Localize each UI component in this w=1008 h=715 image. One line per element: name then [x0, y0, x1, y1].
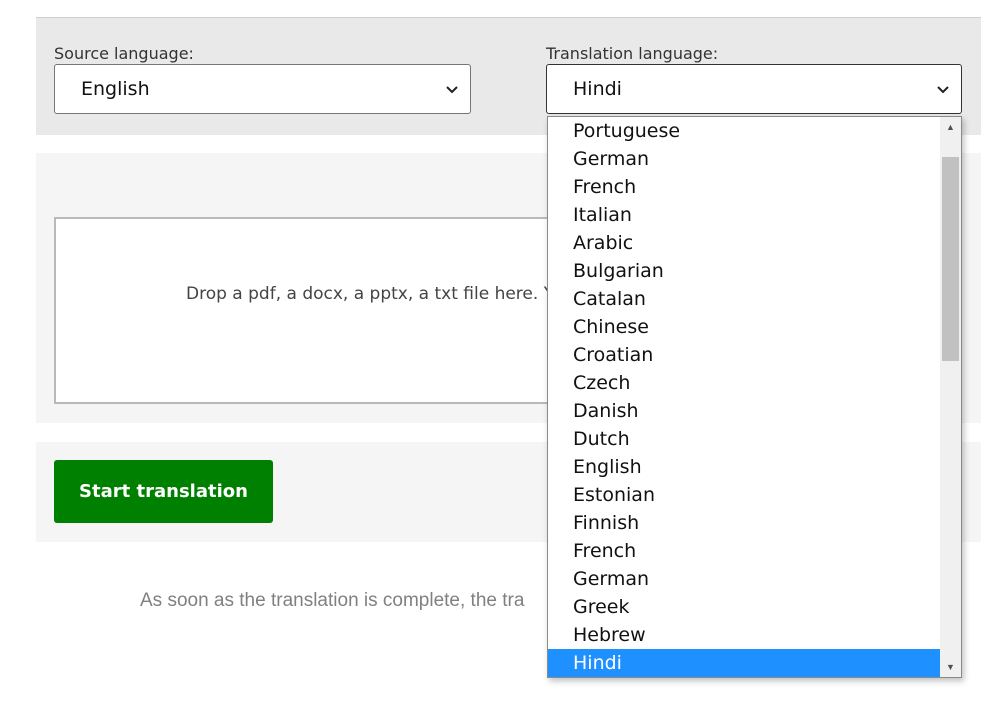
source-language-select[interactable]: English	[54, 64, 471, 114]
source-language-label: Source language:	[54, 44, 194, 63]
dropdown-option[interactable]: French	[548, 537, 940, 565]
triangle-down-icon[interactable]: ▼	[940, 657, 961, 677]
dropdown-option[interactable]: Italian	[548, 201, 940, 229]
translation-language-select[interactable]: Hindi	[546, 64, 962, 114]
dropdown-option[interactable]: English	[548, 453, 940, 481]
dropdown-option[interactable]: Danish	[548, 397, 940, 425]
dropdown-option[interactable]: Finnish	[548, 509, 940, 537]
dropdown-option[interactable]: Bulgarian	[548, 257, 940, 285]
dropdown-option[interactable]: Chinese	[548, 313, 940, 341]
dropdown-option[interactable]: Greek	[548, 593, 940, 621]
start-translation-button[interactable]: Start translation	[54, 460, 273, 523]
dropdown-option[interactable]: Estonian	[548, 481, 940, 509]
chevron-down-icon	[937, 86, 949, 94]
chevron-down-icon	[446, 86, 458, 94]
dropdown-option[interactable]: Hindi	[548, 649, 940, 677]
dropdown-option[interactable]: German	[548, 145, 940, 173]
translation-language-value: Hindi	[573, 78, 622, 100]
dropdown-option[interactable]: Catalan	[548, 285, 940, 313]
dropdown-option[interactable]: French	[548, 173, 940, 201]
source-language-value: English	[81, 78, 150, 100]
dropdown-option[interactable]: Hebrew	[548, 621, 940, 649]
dropdown-list: Portuguese German French Italian Arabic …	[548, 117, 940, 677]
triangle-up-icon[interactable]: ▲	[940, 117, 961, 137]
dropdown-option[interactable]: Czech	[548, 369, 940, 397]
scrollbar-thumb[interactable]	[942, 157, 959, 361]
translation-language-label: Translation language:	[546, 44, 719, 63]
dropdown-option[interactable]: Portuguese	[548, 117, 940, 145]
dropzone-text: Drop a pdf, a docx, a pptx, a txt file h…	[186, 284, 573, 304]
dropdown-option[interactable]: German	[548, 565, 940, 593]
translation-language-dropdown[interactable]: Portuguese German French Italian Arabic …	[547, 116, 962, 678]
dropdown-scrollbar[interactable]: ▲ ▼	[940, 117, 961, 677]
dropdown-option[interactable]: Croatian	[548, 341, 940, 369]
status-text: As soon as the translation is complete, …	[140, 590, 525, 611]
dropdown-option[interactable]: Arabic	[548, 229, 940, 257]
dropdown-option[interactable]: Dutch	[548, 425, 940, 453]
